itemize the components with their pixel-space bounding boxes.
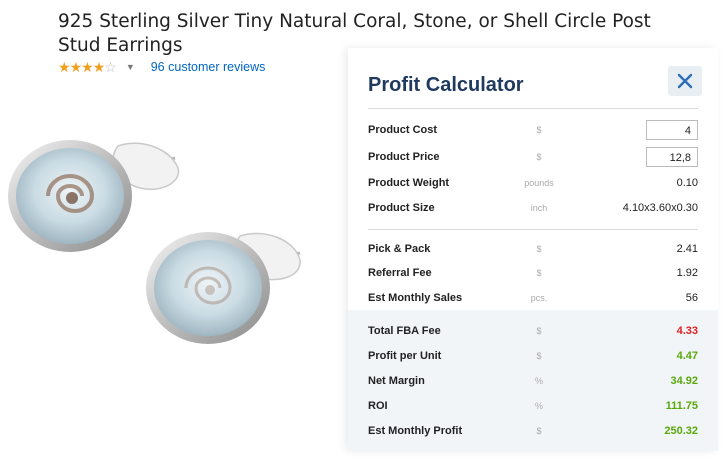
customer-reviews-link[interactable]: 96 customer reviews — [151, 60, 266, 74]
row-value: 1.92 — [676, 267, 698, 279]
row-net-margin: Net Margin % 34.92 — [368, 369, 698, 393]
row-pick-pack: Pick & Pack $ 2.41 — [368, 237, 698, 261]
star-icon: ★ — [69, 59, 83, 75]
star-half-icon: ★ — [92, 59, 106, 75]
row-est-monthly-profit: Est Monthly Profit $ 250.32 — [368, 419, 698, 443]
star-icon: ★ — [81, 59, 94, 75]
row-label: Product Weight — [368, 177, 450, 189]
row-value: 4.47 — [676, 350, 698, 362]
row-value: 34.92 — [670, 375, 698, 387]
product-image — [8, 140, 301, 344]
row-unit: $ — [536, 125, 542, 135]
row-label: Net Margin — [368, 375, 425, 387]
row-product-size: Product Size inch 4.10x3.60x0.30 — [368, 196, 698, 220]
row-unit: $ — [536, 326, 542, 336]
row-label: Pick & Pack — [368, 243, 431, 255]
row-label: Product Size — [368, 202, 435, 214]
row-label: Product Cost — [368, 124, 438, 136]
row-label: Est Monthly Profit — [368, 425, 463, 437]
row-unit: pounds — [524, 178, 554, 188]
row-value: 111.75 — [665, 400, 698, 412]
chevron-down-icon[interactable]: ▼ — [126, 62, 135, 72]
row-value: 0.10 — [676, 177, 698, 189]
row-label: Referral Fee — [368, 267, 432, 279]
row-roi: ROI % 111.75 — [368, 394, 698, 418]
row-label: Total FBA Fee — [368, 325, 441, 337]
row-label: Profit per Unit — [368, 350, 442, 362]
divider — [368, 108, 698, 109]
star-empty-icon: ☆ — [104, 59, 117, 75]
row-value: 2.41 — [676, 243, 698, 255]
star-rating[interactable]: ★ ★ ★ ★ ☆ — [58, 59, 117, 75]
product-price-input[interactable]: 12,8 — [646, 147, 698, 167]
row-unit: inch — [530, 203, 548, 213]
row-product-cost: Product Cost $ 4 — [368, 118, 698, 142]
divider — [368, 229, 698, 230]
row-value: 56 — [685, 292, 698, 304]
close-icon — [677, 73, 693, 89]
summary-section: Total FBA Fee $ 4.33 Profit per Unit $ 4… — [348, 310, 718, 451]
row-value: 250.32 — [664, 425, 698, 437]
calculator-title: Profit Calculator — [368, 74, 524, 96]
star-icon: ★ — [58, 59, 71, 75]
row-product-price: Product Price $ 12,8 — [368, 145, 698, 169]
row-product-weight: Product Weight pounds 0.10 — [368, 171, 698, 195]
row-unit: $ — [536, 152, 542, 162]
row-unit: pcs. — [530, 293, 548, 303]
row-total-fba-fee: Total FBA Fee $ 4.33 — [368, 319, 698, 343]
row-label: ROI — [368, 400, 388, 412]
row-value: 4.10x3.60x0.30 — [622, 202, 698, 214]
close-button[interactable] — [668, 66, 702, 96]
row-label: Est Monthly Sales — [368, 292, 463, 304]
row-profit-per-unit: Profit per Unit $ 4.47 — [368, 344, 698, 368]
row-label: Product Price — [368, 151, 440, 163]
rating-row: ★ ★ ★ ★ ☆ ▼ 96 customer reviews — [58, 58, 265, 76]
profit-calculator-panel: Profit Calculator Product Cost $ 4 Produ… — [348, 48, 718, 451]
row-est-monthly-sales: Est Monthly Sales pcs. 56 — [368, 286, 698, 310]
row-referral-fee: Referral Fee $ 1.92 — [368, 261, 698, 285]
row-unit: $ — [536, 268, 542, 278]
row-unit: $ — [536, 244, 542, 254]
row-unit: $ — [536, 426, 542, 436]
product-cost-input[interactable]: 4 — [646, 120, 698, 140]
row-unit: $ — [536, 351, 542, 361]
row-value: 4.33 — [676, 325, 698, 337]
row-unit: % — [534, 401, 543, 411]
row-unit: % — [534, 376, 543, 386]
